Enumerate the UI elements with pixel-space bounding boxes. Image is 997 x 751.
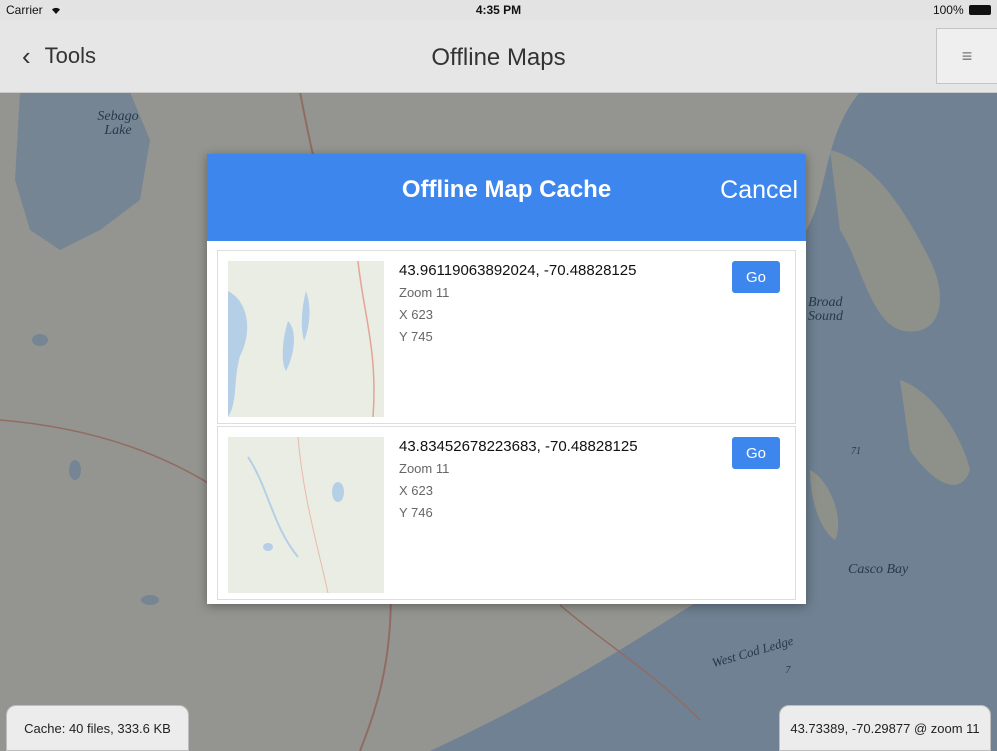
page-title: Offline Maps (431, 44, 566, 71)
tile-zoom: Zoom 11 (399, 285, 450, 300)
battery-icon (969, 5, 991, 15)
tile-list[interactable]: 43.96119063892024, -70.48828125 Zoom 11 … (217, 250, 796, 604)
go-button[interactable]: Go (732, 261, 780, 293)
list-item: 43.83452678223683, -70.48828125 Zoom 11 … (217, 426, 796, 600)
position-info-text: 43.73389, -70.29877 @ zoom 11 (790, 720, 980, 736)
status-time: 4:35 PM (475, 3, 522, 17)
dialog-header: Offline Map Cache Cancel (207, 154, 806, 241)
tile-x: X 623 (399, 483, 433, 498)
tile-y: Y 746 (399, 505, 433, 520)
status-bar: Carrier 4:35 PM 100% (0, 0, 997, 20)
offline-map-cache-dialog: Offline Map Cache Cancel 43.961190638920… (207, 154, 806, 604)
hamburger-menu-icon: ≡ (961, 45, 973, 66)
battery-indicator: 100% (933, 3, 991, 17)
position-info-panel: 43.73389, -70.29877 @ zoom 11 (779, 705, 991, 751)
tile-coordinates: 43.96119063892024, -70.48828125 (399, 262, 637, 279)
list-item: 43.96119063892024, -70.48828125 Zoom 11 … (217, 250, 796, 424)
cache-info-text: Cache: 40 files, 333.6 KB (24, 720, 171, 736)
tile-x: X 623 (399, 307, 433, 322)
tile-thumbnail (228, 437, 384, 593)
tile-zoom: Zoom 11 (399, 461, 450, 476)
tile-thumbnail (228, 261, 384, 417)
nav-bar: ‹ Tools Offline Maps ≡ (0, 20, 997, 93)
cancel-button[interactable]: Cancel (720, 176, 798, 205)
tile-y: Y 745 (399, 329, 433, 344)
go-button[interactable]: Go (732, 437, 780, 469)
cache-info-panel: Cache: 40 files, 333.6 KB (6, 705, 189, 751)
dialog-title: Offline Map Cache (401, 176, 612, 203)
battery-percent: 100% (932, 3, 964, 17)
menu-button[interactable]: ≡ (936, 28, 997, 84)
tile-coordinates: 43.83452678223683, -70.48828125 (399, 438, 638, 455)
